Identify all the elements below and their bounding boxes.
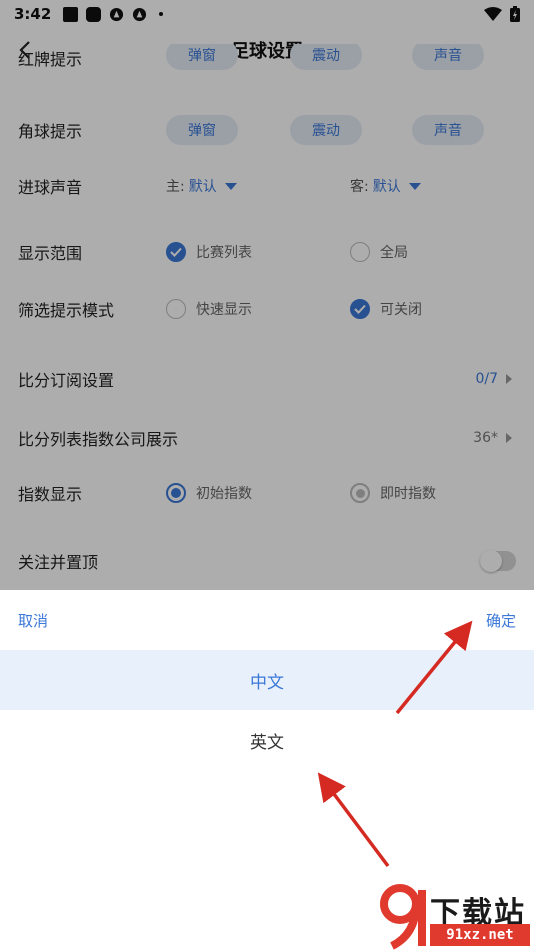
watermark: 下载站 91xz.net <box>378 884 534 950</box>
confirm-button[interactable]: 确定 <box>486 610 516 631</box>
watermark-url: 91xz.net <box>430 924 530 946</box>
picker-option-chinese[interactable]: 中文 <box>0 650 534 710</box>
watermark-logo-icon <box>380 884 426 950</box>
picker-option-english[interactable]: 英文 <box>0 710 534 770</box>
sheet-header: 取消 确定 <box>0 590 534 650</box>
modal-backdrop[interactable] <box>0 0 534 590</box>
cancel-button[interactable]: 取消 <box>18 610 48 631</box>
